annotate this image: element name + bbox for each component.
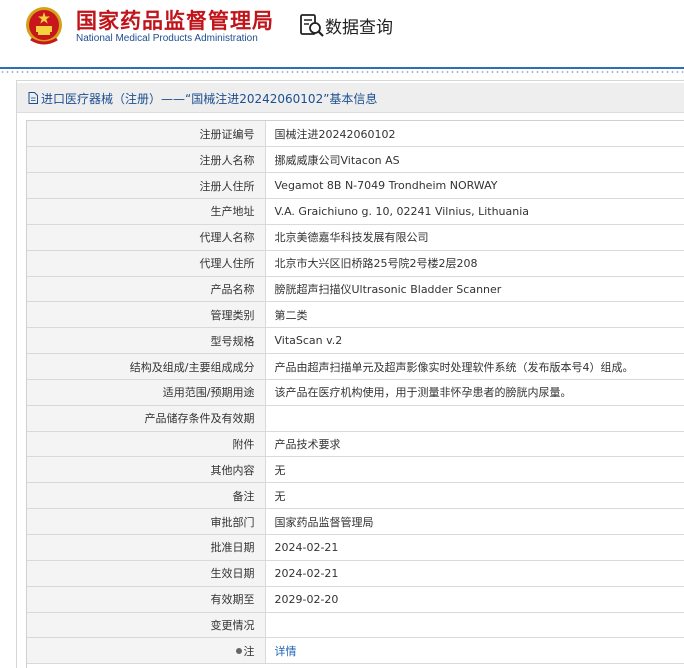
table-row: 批准日期 2024-02-21 <box>27 534 684 561</box>
field-value-note: 详情 <box>265 637 684 665</box>
field-label: 结构及组成/主要组成成分 <box>27 353 266 380</box>
field-value: 无 <box>265 482 684 510</box>
field-value: Vegamot 8B N-7049 Trondheim NORWAY <box>265 172 684 200</box>
note-label: 注 <box>243 644 255 658</box>
field-label: 其他内容 <box>27 456 266 484</box>
field-value: 2024-02-21 <box>265 560 684 587</box>
detail-table-frame: 注册证编号 国械注进20242060102 注册人名称 挪威威康公司Vitacon A… <box>26 120 684 668</box>
field-value: 产品技术要求 <box>265 431 684 458</box>
field-label: 注册人名称 <box>27 146 266 174</box>
field-value: 北京市大兴区旧桥路25号院2号楼2层208 <box>265 250 684 277</box>
site-title: 国家药品监督管理局 <box>76 9 274 33</box>
table-row: 产品储存条件及有效期 <box>27 405 684 432</box>
dotted-separator <box>0 70 684 74</box>
field-label: 有效期至 <box>27 586 266 613</box>
field-value: VitaScan v.2 <box>265 327 684 355</box>
field-value: 挪威威康公司Vitacon AS <box>265 146 684 174</box>
field-value: 国家药品监督管理局 <box>265 508 684 535</box>
table-row: 变更情况 <box>27 612 684 639</box>
field-label: 生效日期 <box>27 560 266 587</box>
table-row: 产品名称 膀胱超声扫描仪Ultrasonic Bladder Scanner <box>27 276 684 303</box>
site-subtitle: National Medical Products Administration <box>76 33 258 44</box>
header-divider <box>0 67 684 69</box>
field-label: 变更情况 <box>27 612 266 639</box>
field-label: 附件 <box>27 431 266 458</box>
field-label-note: 注 <box>27 637 266 665</box>
table-row: 备注无 <box>27 482 684 510</box>
table-row: 注册人名称 挪威威康公司Vitacon AS <box>27 146 684 174</box>
table-row-note: 注 详情 <box>27 637 684 665</box>
table-row: 生效日期 2024-02-21 <box>27 560 684 587</box>
field-value: 该产品在医疗机构使用，用于测量非怀孕患者的膀胱内尿量。 <box>265 379 684 406</box>
field-label: 产品名称 <box>27 276 266 303</box>
field-value: 2029-02-20 <box>265 586 684 613</box>
detail-title: 进口医疗器械（注册）——“国械注进20242060102”基本信息 <box>41 92 378 106</box>
data-query-link[interactable]: 数据查询 <box>325 13 393 38</box>
table-row: 注册证编号 国械注进20242060102 <box>27 121 684 148</box>
table-row: 代理人住所 北京市大兴区旧桥路25号院2号楼2层208 <box>27 250 684 277</box>
field-label: 产品储存条件及有效期 <box>27 405 266 432</box>
details-link[interactable]: 详情 <box>275 645 297 658</box>
field-value <box>265 612 684 639</box>
field-label: 批准日期 <box>27 534 266 561</box>
data-query-icon[interactable] <box>299 12 325 38</box>
field-value: 第二类 <box>265 301 684 329</box>
site-header: 国家药品监督管理局 National Medical Products Admi… <box>0 0 684 68</box>
field-value: 国械注进20242060102 <box>265 121 684 148</box>
field-label: 审批部门 <box>27 508 266 535</box>
table-row: 管理类别 第二类 <box>27 301 684 329</box>
table-row: 其他内容无 <box>27 456 684 484</box>
table-row: 审批部门 国家药品监督管理局 <box>27 508 684 535</box>
table-row: 附件 产品技术要求 <box>27 431 684 458</box>
field-label: 注册证编号 <box>27 121 266 148</box>
field-value: 无 <box>265 456 684 484</box>
field-label: 适用范围/预期用途 <box>27 379 266 406</box>
table-row: 代理人名称 北京美德嘉华科技发展有限公司 <box>27 224 684 251</box>
field-value: 膀胱超声扫描仪Ultrasonic Bladder Scanner <box>265 276 684 303</box>
table-row: 有效期至 2029-02-20 <box>27 586 684 613</box>
field-label: 注册人住所 <box>27 172 266 200</box>
national-emblem-icon <box>26 7 62 45</box>
field-label: 代理人名称 <box>27 224 266 251</box>
field-label: 管理类别 <box>27 301 266 329</box>
field-value: 产品由超声扫描单元及超声影像实时处理软件系统（发布版本号4）组成。 <box>265 353 684 380</box>
table-row: 生产地址 V.A. Graichiuno g. 10, 02241 Vilnius… <box>27 198 684 225</box>
field-label: 型号规格 <box>27 327 266 355</box>
bullet-icon <box>235 647 242 654</box>
table-row: 适用范围/预期用途 该产品在医疗机构使用，用于测量非怀孕患者的膀胱内尿量。 <box>27 379 684 406</box>
field-label: 生产地址 <box>27 198 266 225</box>
detail-title-bar: 进口医疗器械（注册）——“国械注进20242060102”基本信息 <box>17 83 684 113</box>
field-value: 2024-02-21 <box>265 534 684 561</box>
table-row: 型号规格 VitaScan v.2 <box>27 327 684 355</box>
table-row: 注册人住所 Vegamot 8B N-7049 Trondheim NORWAY <box>27 172 684 200</box>
field-value: 北京美德嘉华科技发展有限公司 <box>265 224 684 251</box>
document-icon <box>28 92 38 104</box>
field-label: 代理人住所 <box>27 250 266 277</box>
detail-table: 注册证编号 国械注进20242060102 注册人名称 挪威威康公司Vitacon A… <box>27 121 684 665</box>
field-label: 备注 <box>27 482 266 510</box>
table-row: 结构及组成/主要组成成分 产品由超声扫描单元及超声影像实时处理软件系统（发布版本号… <box>27 353 684 380</box>
field-value: V.A. Graichiuno g. 10, 02241 Vilnius, Li… <box>265 198 684 225</box>
field-value <box>265 405 684 432</box>
